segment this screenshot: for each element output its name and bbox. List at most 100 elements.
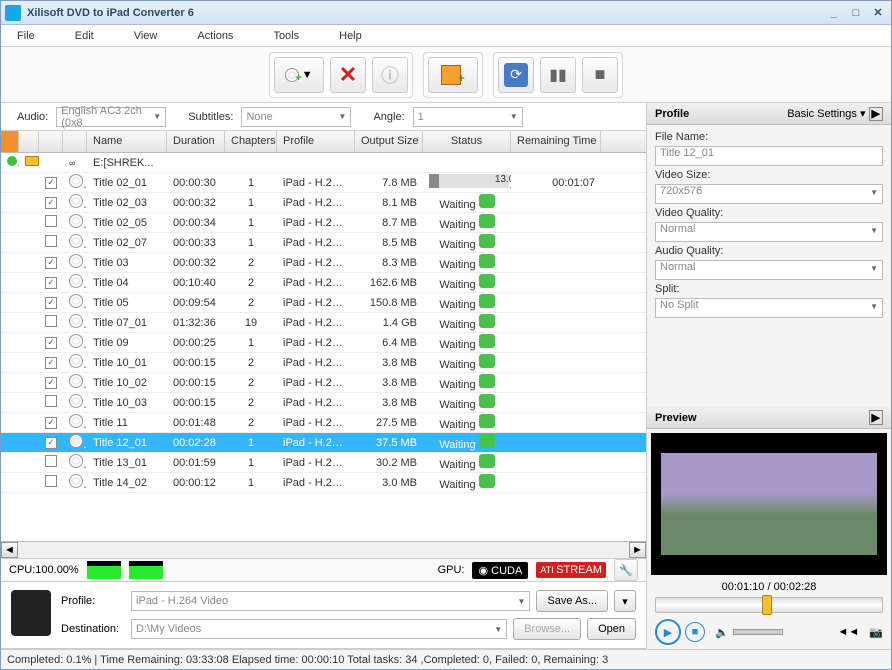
table-row[interactable]: ✓ Title 03 00:00:32 2 iPad - H.264 ... 8… [1, 253, 646, 273]
checkbox[interactable] [45, 395, 57, 407]
expand-icon[interactable]: ▶ [869, 107, 883, 121]
table-row[interactable]: Title 02_07 00:00:33 1 iPad - H.264 ... … [1, 233, 646, 253]
table-row[interactable]: ✓ Title 04 00:10:40 2 iPad - H.264 ... 1… [1, 273, 646, 293]
table-row[interactable]: ✓ Title 05 00:09:54 2 iPad - H.264 ... 1… [1, 293, 646, 313]
menu-file[interactable]: File [17, 30, 35, 42]
checkbox[interactable]: ✓ [45, 197, 57, 209]
table-row[interactable]: Title 07_01 01:32:36 19 iPad - H.264 ...… [1, 313, 646, 333]
browse-button[interactable]: Browse... [513, 618, 581, 640]
col-remaining[interactable]: Remaining Time [511, 131, 601, 152]
root-row[interactable]: ∞ E:[SHREK... [1, 153, 646, 173]
col-name[interactable]: Name [87, 131, 167, 152]
field-input[interactable]: Normal [655, 222, 883, 242]
checkbox[interactable] [45, 315, 57, 327]
audio-select[interactable]: English AC3 2ch (0x8 [56, 107, 166, 127]
destination-select[interactable]: D:\My Videos [131, 619, 507, 639]
pause-button[interactable]: ▮▮ [540, 57, 576, 93]
profile-panel-title: Profile [655, 108, 689, 120]
close-button[interactable]: ✕ [869, 5, 887, 21]
volume-icon[interactable]: 🔈 [715, 626, 729, 639]
save-as-button[interactable]: Save As... [536, 590, 608, 612]
waiting-icon [479, 274, 495, 288]
checkbox[interactable] [45, 475, 57, 487]
subtitles-select[interactable]: None [241, 107, 351, 127]
checkbox[interactable]: ✓ [45, 337, 57, 349]
profile-menu-button[interactable]: ▾ [614, 590, 636, 612]
scroll-right-icon[interactable]: ► [629, 542, 646, 558]
horizontal-scrollbar[interactable]: ◄ ► [1, 541, 646, 558]
col-output-size[interactable]: Output Size [355, 131, 423, 152]
table-row[interactable]: Title 13_01 00:01:59 1 iPad - H.264 ... … [1, 453, 646, 473]
checkbox[interactable]: ✓ [45, 277, 57, 289]
checkbox[interactable]: ✓ [45, 177, 57, 189]
checkbox[interactable]: ✓ [45, 257, 57, 269]
minimize-button[interactable]: _ [825, 5, 843, 21]
profile-select[interactable]: iPad - H.264 Video [131, 591, 530, 611]
table-row[interactable]: ✓ Title 02_01 00:00:30 1 iPad - H.264 ..… [1, 173, 646, 193]
cpu-graph [129, 561, 163, 579]
cell-profile: iPad - H.264 ... [277, 437, 355, 449]
load-dvd-button[interactable]: + ▼ [274, 57, 324, 93]
table-row[interactable]: ✓ Title 10_01 00:00:15 2 iPad - H.264 ..… [1, 353, 646, 373]
table-row[interactable]: ✓ Title 02_03 00:00:32 1 iPad - H.264 ..… [1, 193, 646, 213]
cell-duration: 00:00:33 [167, 237, 225, 249]
checkbox[interactable]: ✓ [45, 297, 57, 309]
col-duration[interactable]: Duration [167, 131, 225, 152]
cell-chapters: 2 [225, 257, 277, 269]
table-row[interactable]: Title 02_05 00:00:34 1 iPad - H.264 ... … [1, 213, 646, 233]
col-status[interactable]: Status [423, 131, 511, 152]
cell-duration: 01:32:36 [167, 317, 225, 329]
table-row[interactable]: ✓ Title 11 00:01:48 2 iPad - H.264 ... 2… [1, 413, 646, 433]
menu-actions[interactable]: Actions [197, 30, 233, 42]
cell-size: 150.8 MB [355, 297, 423, 309]
info-button[interactable]: ⓘ [372, 57, 408, 93]
delete-button[interactable]: ✕ [330, 57, 366, 93]
table-row[interactable]: Title 10_03 00:00:15 2 iPad - H.264 ... … [1, 393, 646, 413]
checkbox[interactable] [45, 215, 57, 227]
stop-button[interactable]: ■ [582, 57, 618, 93]
checkbox[interactable] [45, 455, 57, 467]
waiting-icon [479, 414, 495, 428]
cell-profile: iPad - H.264 ... [277, 177, 355, 189]
field-input[interactable]: Title 12_01 [655, 146, 883, 166]
convert-button[interactable]: ⟳ [498, 57, 534, 93]
field-input[interactable]: 720x576 [655, 184, 883, 204]
seek-slider[interactable] [655, 597, 883, 613]
snapshot-icon[interactable]: 📷 [869, 626, 883, 639]
cell-name: Title 02_01 [87, 177, 167, 189]
prev-frame-icon[interactable]: ◄◄ [838, 626, 860, 638]
checkbox[interactable]: ✓ [45, 417, 57, 429]
table-row[interactable]: ✓ Title 09 00:00:25 1 iPad - H.264 ... 6… [1, 333, 646, 353]
checkbox[interactable] [45, 235, 57, 247]
col-chapters[interactable]: Chapters [225, 131, 277, 152]
col-profile[interactable]: Profile [277, 131, 355, 152]
cell-status: Waiting [423, 434, 511, 451]
menu-edit[interactable]: Edit [75, 30, 94, 42]
menu-tools[interactable]: Tools [273, 30, 299, 42]
volume-slider[interactable] [733, 629, 783, 635]
open-button[interactable]: Open [587, 618, 636, 640]
table-row[interactable]: ✓ Title 10_02 00:00:15 2 iPad - H.264 ..… [1, 373, 646, 393]
play-button[interactable]: ▶ [655, 619, 681, 645]
menu-view[interactable]: View [134, 30, 158, 42]
maximize-button[interactable]: □ [847, 5, 865, 21]
preview-expand-icon[interactable]: ▶ [869, 410, 883, 425]
field-input[interactable]: Normal [655, 260, 883, 280]
field-input[interactable]: No Split [655, 298, 883, 318]
cell-chapters: 1 [225, 437, 277, 449]
settings-button[interactable]: 🔧 [614, 559, 638, 581]
angle-select[interactable]: 1 [413, 107, 523, 127]
basic-settings-toggle[interactable]: Basic Settings ▾ [787, 108, 865, 120]
checkbox[interactable]: ✓ [45, 357, 57, 369]
table-row[interactable]: ✓ Title 12_01 00:02:28 1 iPad - H.264 ..… [1, 433, 646, 453]
menu-help[interactable]: Help [339, 30, 362, 42]
checkbox[interactable]: ✓ [45, 377, 57, 389]
checkbox[interactable]: ✓ [45, 437, 57, 449]
cell-duration: 00:00:15 [167, 357, 225, 369]
scroll-left-icon[interactable]: ◄ [1, 542, 18, 558]
table-row[interactable]: Title 14_02 00:00:12 1 iPad - H.264 ... … [1, 473, 646, 493]
stop-playback-button[interactable]: ■ [685, 622, 705, 642]
waiting-icon [479, 234, 495, 248]
cell-status: Waiting [423, 214, 511, 231]
clip-button[interactable]: + [428, 57, 478, 93]
